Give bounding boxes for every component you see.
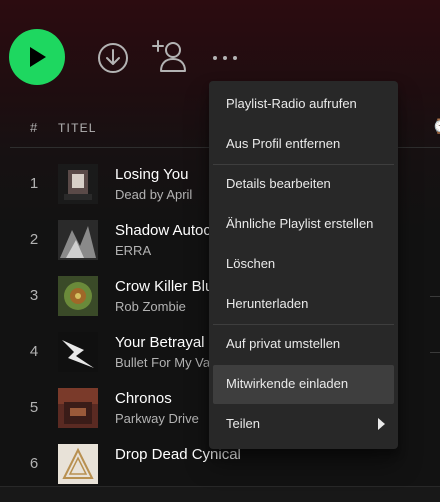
play-icon: [30, 47, 46, 67]
menu-item-label: Auf privat umstellen: [226, 336, 341, 351]
add-collaborator-button[interactable]: [151, 38, 189, 76]
track-title[interactable]: Losing You: [115, 166, 188, 183]
track-number: 6: [29, 455, 39, 472]
index-column-header: #: [30, 120, 38, 135]
now-playing-bar: [0, 486, 440, 502]
download-circle-icon: [98, 43, 128, 73]
playlist-context-menu: Playlist-Radio aufrufen Aus Profil entfe…: [209, 81, 398, 449]
more-options-button[interactable]: [208, 44, 242, 72]
column-divider: [430, 296, 440, 297]
track-number: 4: [29, 343, 39, 360]
menu-item-label: Ähnliche Playlist erstellen: [226, 216, 374, 231]
menu-item-download[interactable]: Herunterladen: [213, 285, 394, 324]
menu-item-make-private[interactable]: Auf privat umstellen: [213, 325, 394, 364]
menu-item-delete[interactable]: Löschen: [213, 245, 394, 284]
menu-item-remove-from-profile[interactable]: Aus Profil entfernen: [213, 125, 394, 164]
menu-item-playlist-radio[interactable]: Playlist-Radio aufrufen: [213, 85, 394, 124]
title-column-header[interactable]: TITEL: [58, 121, 97, 135]
download-button[interactable]: [95, 40, 131, 76]
track-number: 1: [29, 175, 39, 192]
menu-item-share[interactable]: Teilen: [213, 405, 394, 444]
add-user-icon: [152, 40, 186, 72]
track-number: 5: [29, 399, 39, 416]
menu-item-label: Mitwirkende einladen: [226, 376, 349, 391]
play-button[interactable]: [9, 29, 65, 85]
menu-item-label: Löschen: [226, 256, 276, 271]
column-divider: [430, 352, 440, 353]
album-cover: [58, 388, 98, 428]
track-artist[interactable]: Dead by April: [115, 187, 192, 202]
track-number: 3: [29, 287, 39, 304]
chevron-right-icon: [378, 418, 385, 430]
more-horizontal-icon: [213, 56, 237, 60]
menu-item-edit-details[interactable]: Details bearbeiten: [213, 165, 394, 204]
menu-item-create-similar-playlist[interactable]: Ähnliche Playlist erstellen: [213, 205, 394, 244]
menu-item-label: Herunterladen: [226, 296, 309, 311]
menu-item-label: Details bearbeiten: [226, 176, 331, 191]
track-artist[interactable]: Parkway Drive: [115, 411, 199, 426]
album-cover: [58, 220, 98, 260]
album-cover: [58, 444, 98, 484]
menu-item-label: Teilen: [226, 416, 260, 431]
track-title[interactable]: Your Betrayal: [115, 334, 205, 351]
album-cover: [58, 276, 98, 316]
track-number: 2: [29, 231, 39, 248]
track-artist[interactable]: ERRA: [115, 243, 151, 258]
track-artist[interactable]: Rob Zombie: [115, 299, 186, 314]
menu-item-invite-collaborators[interactable]: Mitwirkende einladen: [213, 365, 394, 404]
duration-column-edge: ⌚: [432, 118, 440, 135]
menu-item-label: Aus Profil entfernen: [226, 136, 341, 151]
menu-item-label: Playlist-Radio aufrufen: [226, 96, 357, 111]
album-cover: [58, 164, 98, 204]
track-title[interactable]: Chronos: [115, 390, 172, 407]
album-cover: [58, 332, 98, 372]
